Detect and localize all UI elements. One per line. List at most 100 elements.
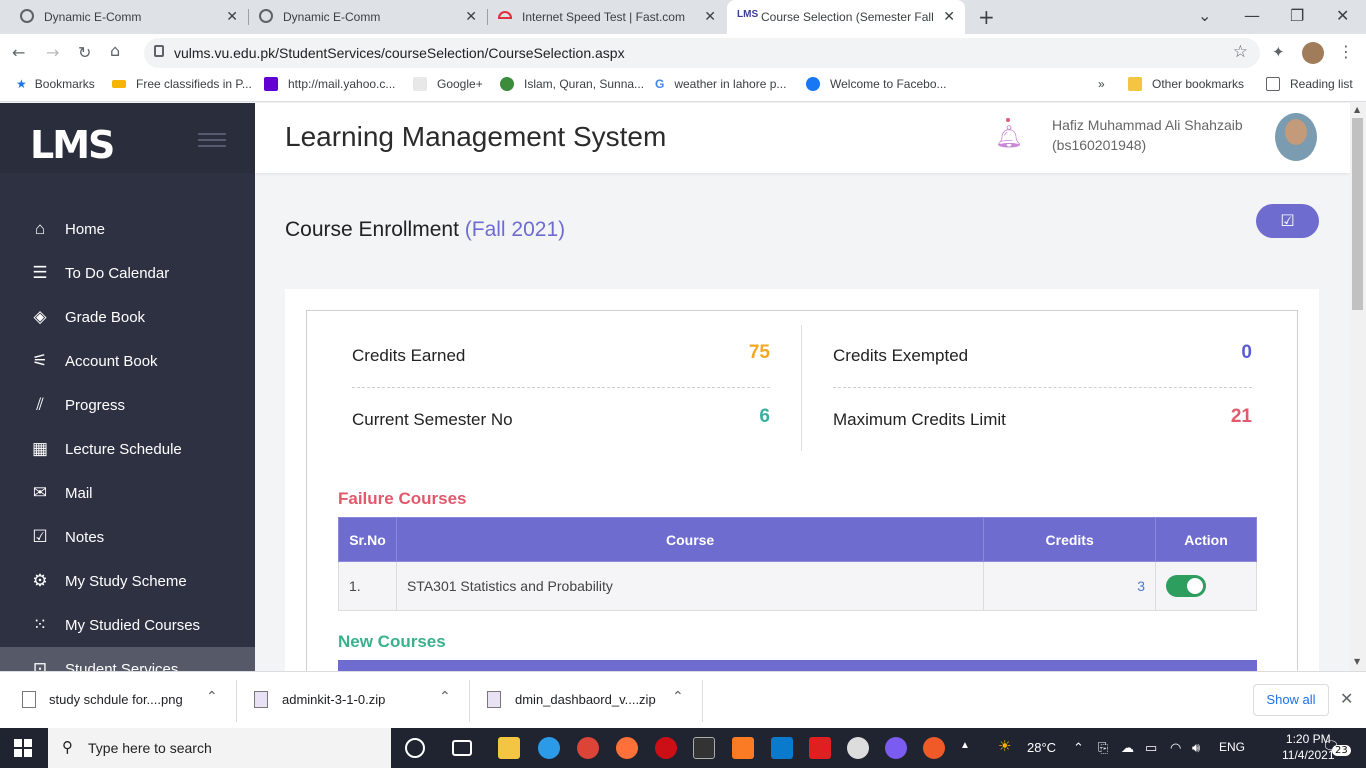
sidebar-item-account-book[interactable]: ⚟ Account Book	[0, 339, 255, 383]
task-view-icon[interactable]	[452, 740, 472, 756]
sidebar-item-studied-courses[interactable]: ⁙ My Studied Courses	[0, 603, 255, 647]
language-indicator[interactable]: ENG	[1219, 740, 1245, 754]
close-tab-icon[interactable]: ✕	[226, 8, 238, 25]
download-item[interactable]: study schdule for....png	[49, 692, 183, 707]
postman-icon[interactable]	[923, 737, 945, 759]
home-button[interactable]: ⌂	[110, 41, 120, 60]
download-item[interactable]: dmin_dashbaord_v....zip	[515, 692, 656, 707]
action-cell	[1155, 561, 1257, 611]
forward-button[interactable]: →	[46, 43, 59, 62]
chevron-up-icon[interactable]: ⌃	[439, 689, 451, 705]
reading-list[interactable]: Reading list	[1266, 77, 1353, 91]
checklist-button[interactable]: ☑	[1256, 204, 1319, 238]
scroll-down-arrow[interactable]: ▼	[1354, 657, 1360, 666]
close-tab-icon[interactable]: ✕	[704, 8, 716, 25]
taskbar-search[interactable]: ⚲ Type here to search	[48, 728, 391, 768]
facebook-icon	[806, 77, 820, 91]
cortana-icon[interactable]	[405, 738, 425, 758]
chevron-up-icon[interactable]: ⌃	[672, 689, 684, 705]
sidebar-menu: ⌂ Home ☰ To Do Calendar ◈ Grade Book ⚟ Accou…	[0, 207, 255, 691]
bookmark-star-icon[interactable]: ☆	[1233, 42, 1248, 62]
back-button[interactable]: ←	[12, 43, 25, 62]
app-icon[interactable]	[847, 737, 869, 759]
xampp-icon[interactable]	[732, 737, 754, 759]
sidebar-item-progress[interactable]: ⫽ Progress	[0, 383, 255, 427]
notification-center-icon[interactable]: 🗨︎ 23	[1322, 737, 1351, 759]
sidebar-item-notes[interactable]: ☑ Notes	[0, 515, 255, 559]
sidebar-item-todo-calendar[interactable]: ☰ To Do Calendar	[0, 251, 255, 295]
credits-exempted-label: Credits Exempted	[833, 346, 969, 365]
download-item[interactable]: adminkit-3-1-0.zip	[282, 692, 385, 707]
sidebar-item-home[interactable]: ⌂ Home	[0, 207, 255, 251]
url-text: vulms.vu.edu.pk/StudentServices/courseSe…	[174, 45, 625, 61]
messenger-icon[interactable]	[885, 737, 907, 759]
sidebar-item-mail[interactable]: ✉ Mail	[0, 471, 255, 515]
close-tab-icon[interactable]: ✕	[465, 8, 477, 25]
user-info[interactable]: Hafiz Muhammad Ali Shahzaib (bs160201948…	[1052, 115, 1243, 155]
browser-tab[interactable]: Dynamic E-Comm ✕	[249, 0, 487, 34]
chevron-up-icon[interactable]: ⌃	[206, 689, 218, 705]
opera-icon[interactable]	[655, 737, 677, 759]
notification-count: 23	[1332, 745, 1351, 756]
olx-icon	[112, 80, 126, 88]
browser-tab[interactable]: Internet Speed Test | Fast.com ✕	[488, 0, 726, 34]
column-header: Course	[395, 517, 985, 562]
lms-logo[interactable]: LMS	[30, 123, 115, 167]
star-icon: ★	[16, 77, 27, 91]
scroll-arrow-icon[interactable]: ▲	[960, 740, 970, 751]
file-explorer-icon[interactable]	[498, 737, 520, 759]
terminal-icon[interactable]	[693, 737, 715, 759]
chevron-up-icon[interactable]: ⌃	[1073, 740, 1084, 756]
more-bookmarks-icon[interactable]: »	[1098, 77, 1105, 91]
minimize-button[interactable]: —	[1244, 6, 1260, 25]
hamburger-icon[interactable]	[198, 133, 226, 147]
scrollbar-thumb[interactable]	[1352, 118, 1363, 310]
scroll-up-arrow[interactable]: ▲	[1354, 105, 1360, 114]
browser-tab-bar: Dynamic E-Comm ✕ Dynamic E-Comm ✕ Intern…	[0, 0, 1366, 34]
vscode-icon[interactable]	[771, 737, 793, 759]
firefox-icon[interactable]	[616, 737, 638, 759]
close-window-button[interactable]: ✕	[1336, 6, 1349, 25]
credits-cell: 3	[983, 561, 1157, 611]
bookmark-item[interactable]: Google+	[413, 77, 483, 91]
profile-avatar[interactable]	[1302, 42, 1324, 64]
bookmark-item[interactable]: ★ Bookmarks	[16, 77, 95, 91]
extensions-icon[interactable]: ✦	[1272, 43, 1285, 61]
tab-search-icon[interactable]: ⌄	[1198, 6, 1211, 25]
bell-icon[interactable]: 🔔︎	[995, 125, 1023, 150]
reload-button[interactable]: ↻	[78, 43, 91, 62]
sidebar-item-lecture-schedule[interactable]: ▦ Lecture Schedule	[0, 427, 255, 471]
browser-tab[interactable]: Dynamic E-Comm ✕	[0, 0, 248, 34]
browser-tab-active[interactable]: LMS Course Selection (Semester Fall 2 ✕	[727, 0, 965, 34]
chrome-icon[interactable]	[577, 737, 599, 759]
bookmark-item[interactable]: http://mail.yahoo.c...	[264, 77, 395, 91]
media-icon[interactable]	[809, 737, 831, 759]
wifi-icon[interactable]: ◠	[1170, 740, 1181, 756]
windows-start-icon[interactable]	[14, 739, 32, 757]
volume-icon[interactable]: 🔊︎	[1192, 740, 1200, 756]
bookmark-item[interactable]: Islam, Quran, Sunna...	[500, 77, 644, 91]
archive-file-icon	[487, 691, 501, 708]
menu-kebab-icon[interactable]: ⋮	[1338, 42, 1354, 61]
user-avatar[interactable]	[1275, 113, 1317, 161]
onedrive-icon[interactable]: ☁	[1121, 740, 1134, 756]
sidebar-item-grade-book[interactable]: ◈ Grade Book	[0, 295, 255, 339]
bookmark-item[interactable]: Free classifieds in P...	[112, 77, 252, 91]
edge-icon[interactable]	[538, 737, 560, 759]
enroll-toggle[interactable]	[1166, 575, 1207, 597]
new-tab-button[interactable]: +	[978, 5, 995, 29]
close-tab-icon[interactable]: ✕	[943, 8, 955, 25]
bookmark-item[interactable]: Welcome to Facebo...	[806, 77, 947, 91]
tab-title: Dynamic E-Comm	[283, 10, 381, 24]
sidebar-item-study-scheme[interactable]: ⚙ My Study Scheme	[0, 559, 255, 603]
bookmark-item[interactable]: Gweather in lahore p...	[655, 77, 786, 91]
omnibox[interactable]: vulms.vu.edu.pk/StudentServices/courseSe…	[144, 38, 1260, 68]
other-bookmarks[interactable]: Other bookmarks	[1128, 77, 1244, 91]
meet-now-icon[interactable]: ⎘	[1098, 740, 1108, 756]
credits-exempted-value: 0	[1241, 342, 1252, 363]
show-all-button[interactable]: Show all	[1253, 684, 1329, 716]
temperature[interactable]: 28°C	[1027, 740, 1056, 755]
maximize-button[interactable]: ❐	[1290, 6, 1304, 25]
battery-icon[interactable]: ▭	[1145, 740, 1157, 756]
close-downloads-icon[interactable]: ✕	[1340, 689, 1353, 708]
